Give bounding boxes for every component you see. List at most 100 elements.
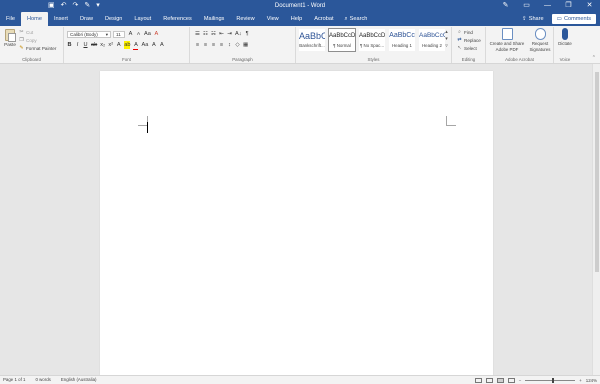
copy-button[interactable]: ❐ Copy: [19, 37, 56, 43]
dictate-button[interactable]: Dictate: [556, 28, 574, 46]
style-card[interactable]: AaBbCcDc ¶ No Spac...: [358, 28, 386, 52]
strikethrough-button[interactable]: ab: [91, 41, 97, 49]
font-size-dropdown[interactable]: 11: [113, 31, 125, 38]
paragraph-tool-a-3[interactable]: ⇤: [219, 30, 224, 38]
font-name-value: Calibri (Body): [70, 32, 98, 37]
web-layout-icon[interactable]: [507, 377, 515, 383]
replace-icon: ⇄: [457, 36, 462, 43]
replace-button[interactable]: ⇄ Replace: [457, 36, 480, 43]
paragraph-tool-a-0[interactable]: ☰: [195, 30, 200, 38]
read-mode-icon[interactable]: [485, 377, 493, 383]
tab-design[interactable]: Design: [99, 12, 128, 26]
ribbon-home: Paste ✂ Cut ❐ Copy ✎ Format Painter Clipboa…: [0, 26, 600, 64]
font-color-button[interactable]: A: [133, 41, 139, 50]
zoom-slider[interactable]: [525, 377, 576, 383]
tab-mailings[interactable]: Mailings: [198, 12, 231, 26]
select-label: Select: [464, 45, 477, 51]
style-card[interactable]: AaBbCcC Heading 2: [418, 28, 446, 52]
scrollbar-thumb[interactable]: [595, 72, 599, 272]
paragraph-tool-a-5[interactable]: A↓: [235, 30, 242, 38]
tab-draw[interactable]: Draw: [74, 12, 99, 26]
paragraph-tool-a-1[interactable]: ☷: [203, 30, 208, 38]
grow-font-icon[interactable]: A: [128, 30, 133, 38]
bold-button[interactable]: B: [67, 41, 72, 49]
tab-home[interactable]: Home: [21, 12, 48, 26]
text-effects-button[interactable]: A: [116, 41, 121, 49]
superscript-button[interactable]: x²: [108, 41, 113, 49]
create-share-pdf-button[interactable]: Create and Share Adobe PDF: [488, 28, 526, 52]
font-size-value: 11: [116, 32, 121, 37]
italic-button[interactable]: I: [75, 41, 80, 49]
editing-group-label: Editing: [461, 57, 476, 62]
paragraph-tool-a-6[interactable]: ¶: [245, 30, 250, 38]
page-count[interactable]: Page 1 of 1: [3, 376, 25, 384]
comments-button[interactable]: ▭ Comments: [551, 14, 596, 24]
zoom-in-icon[interactable]: +: [579, 378, 582, 383]
style-card[interactable]: AaBbCcDc ¶ Normal: [328, 28, 356, 52]
tab-acrobat[interactable]: Acrobat: [308, 12, 339, 26]
request-signatures-button[interactable]: Request Signatures: [527, 28, 553, 52]
tab-file[interactable]: File: [0, 12, 21, 26]
close-icon[interactable]: ✕: [579, 0, 600, 12]
zoom-level[interactable]: 124%: [586, 378, 597, 383]
change-case-button[interactable]: Aa: [141, 41, 148, 49]
zoom-out-icon[interactable]: −: [519, 378, 522, 383]
document-page[interactable]: [100, 71, 493, 375]
paragraph-tool-b-0[interactable]: ≡: [195, 41, 200, 49]
tab-review[interactable]: Review: [230, 12, 260, 26]
restore-icon[interactable]: ❐: [558, 0, 579, 12]
tab-view[interactable]: View: [261, 12, 285, 26]
underline-button[interactable]: U: [83, 41, 88, 49]
format-painter-button[interactable]: ✎ Format Painter: [19, 45, 56, 51]
border-button[interactable]: A: [159, 41, 164, 49]
paragraph-tool-b-5[interactable]: ◇: [235, 41, 240, 49]
paragraph-tool-b-2[interactable]: ≡: [211, 41, 216, 49]
paragraph-tool-a-2[interactable]: ☵: [211, 30, 216, 38]
ribbon-display-icon[interactable]: ▭: [516, 0, 537, 12]
vertical-scrollbar[interactable]: [592, 64, 600, 375]
paste-label: Paste: [4, 42, 16, 47]
microphone-icon: [562, 28, 568, 40]
dictate-label: Dictate: [558, 41, 572, 46]
pen-icon[interactable]: ✎: [495, 0, 516, 12]
ribbon-tabs: File Home Insert Draw Design Layout References…: [0, 12, 372, 26]
subscript-button[interactable]: x₂: [100, 41, 105, 49]
paragraph-tool-a-4[interactable]: ⇥: [227, 30, 232, 38]
comments-label: Comments: [563, 16, 591, 22]
share-button[interactable]: ⇪ Share: [517, 14, 549, 24]
search-box[interactable]: ⌕ Search: [340, 12, 373, 26]
word-count[interactable]: 0 words: [35, 376, 50, 384]
tab-insert[interactable]: Insert: [48, 12, 74, 26]
tab-help[interactable]: Help: [285, 12, 309, 26]
font-format-buttons: B I Uab x₂ x² Aab A Aa A A: [67, 41, 164, 50]
paragraph-tool-b-4[interactable]: ↕: [227, 41, 232, 49]
paragraph-group: ☰ ☷ ☵ ⇤ ⇥ A↓ ¶ ≡ ≡ ≡ ≡ ↕ ◇ ▦ Paragraph: [190, 27, 296, 63]
language-indicator[interactable]: English (Australia): [61, 376, 97, 384]
paragraph-tool-b-1[interactable]: ≡: [203, 41, 208, 49]
shrink-font-icon[interactable]: A: [136, 30, 141, 38]
paste-button[interactable]: Paste: [3, 28, 17, 54]
paragraph-tool-b-3[interactable]: ≡: [219, 41, 224, 49]
tab-references[interactable]: References: [157, 12, 198, 26]
style-card[interactable]: AaBbCc Heading 1: [388, 28, 416, 52]
clear-formatting-icon[interactable]: A: [154, 30, 159, 38]
select-button[interactable]: ↖ Select: [457, 45, 481, 51]
focus-mode-icon[interactable]: [474, 377, 482, 383]
print-layout-icon[interactable]: [496, 377, 504, 383]
collapse-ribbon-icon[interactable]: ⌃: [592, 55, 596, 61]
style-card[interactable]: AaBbC Bankschrift...: [298, 28, 326, 52]
tab-layout[interactable]: Layout: [128, 12, 157, 26]
minimize-icon[interactable]: —: [537, 0, 558, 12]
shading-button[interactable]: A: [151, 41, 156, 49]
find-button[interactable]: ⌕ Find: [457, 29, 481, 35]
highlight-button[interactable]: ab: [124, 41, 131, 49]
cut-button[interactable]: ✂ Cut: [19, 29, 56, 35]
change-case-icon[interactable]: Aa: [144, 30, 151, 38]
paragraph-tool-b-6[interactable]: ▦: [243, 41, 248, 49]
styles-more-icon[interactable]: ▴ ▾ ▿: [444, 29, 449, 50]
zoom-slider-knob[interactable]: [552, 377, 555, 383]
voice-group-label: Voice: [559, 57, 571, 62]
font-name-dropdown[interactable]: Calibri (Body) ▾: [67, 31, 111, 38]
adobe-acrobat-group: Create and Share Adobe PDF Request Signa…: [486, 27, 554, 63]
style-name: ¶ No Spac...: [359, 43, 385, 48]
